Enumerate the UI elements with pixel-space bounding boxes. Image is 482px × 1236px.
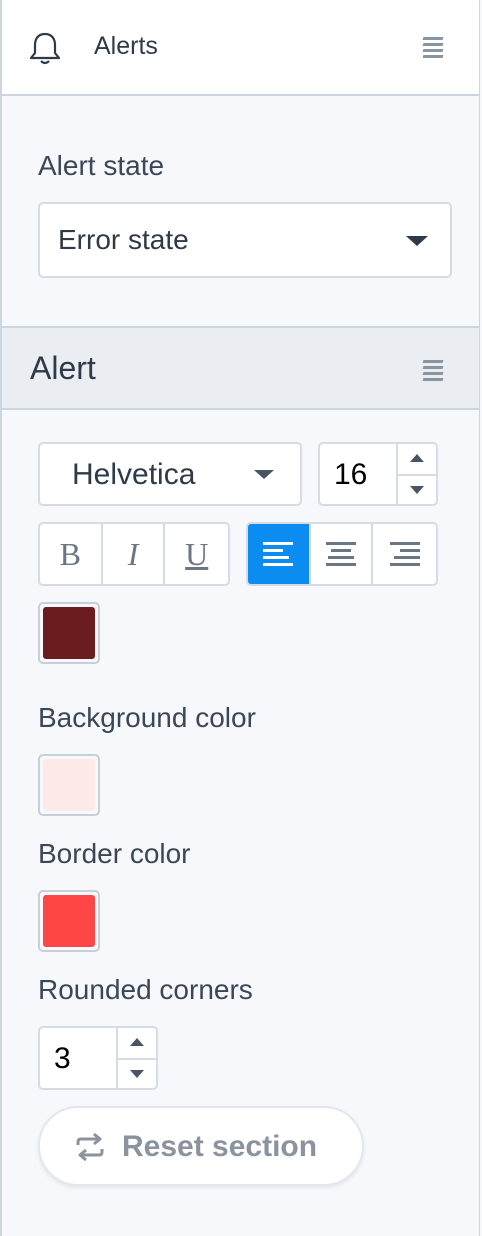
alerts-panel: Alerts Alert state Error state Alert Hel… — [0, 0, 480, 1236]
alert-state-select[interactable]: Error state — [38, 202, 452, 278]
italic-label: I — [127, 535, 139, 572]
alert-state-label: Alert state — [38, 150, 165, 181]
align-center-button[interactable] — [311, 524, 374, 584]
text-style-group: B I U — [38, 522, 230, 586]
italic-button[interactable]: I — [103, 524, 166, 584]
text-color-swatch[interactable] — [38, 602, 100, 664]
underline-button[interactable]: U — [165, 524, 228, 584]
background-color-swatch[interactable] — [38, 754, 100, 816]
align-left-button[interactable] — [248, 524, 311, 584]
align-right-button[interactable] — [373, 524, 436, 584]
chevron-down-icon — [406, 236, 428, 246]
increment-icon[interactable] — [410, 454, 424, 462]
font-size-stepper[interactable]: 16 — [318, 442, 438, 506]
background-color-fill — [43, 759, 95, 811]
text-color-fill — [43, 607, 95, 659]
panel-title: Alerts — [94, 32, 158, 60]
reset-section-button[interactable]: Reset section — [38, 1106, 364, 1186]
border-color-label: Border color — [38, 838, 191, 869]
decrement-icon[interactable] — [410, 486, 424, 494]
font-family-select[interactable]: Helvetica — [38, 442, 302, 506]
alert-section-header[interactable]: Alert — [2, 326, 479, 410]
border-color-swatch[interactable] — [38, 890, 100, 952]
alert-section-title: Alert — [30, 350, 96, 386]
refresh-icon — [76, 1132, 104, 1162]
align-center-icon — [326, 542, 357, 566]
alert-state-section: Alert state Error state — [2, 96, 479, 326]
rounded-corners-stepper[interactable]: 3 — [38, 1026, 158, 1090]
underline-label: U — [185, 535, 209, 572]
align-left-icon — [263, 542, 294, 566]
panel-header[interactable]: Alerts — [2, 0, 479, 96]
bell-icon — [29, 32, 61, 65]
text-align-group — [246, 522, 438, 586]
font-family-value: Helvetica — [72, 458, 196, 491]
reset-section-label: Reset section — [122, 1130, 318, 1163]
border-color-fill — [43, 895, 95, 947]
increment-icon[interactable] — [130, 1038, 144, 1046]
align-right-icon — [389, 542, 420, 566]
rounded-corners-value: 3 — [54, 1042, 71, 1075]
decrement-icon[interactable] — [130, 1070, 144, 1078]
font-size-value: 16 — [334, 458, 368, 491]
chevron-down-icon — [254, 470, 274, 479]
drag-handle-icon[interactable] — [422, 358, 445, 382]
drag-handle-icon[interactable] — [422, 35, 445, 59]
bold-button[interactable]: B — [40, 524, 103, 584]
background-color-label: Background color — [38, 702, 256, 733]
bold-label: B — [59, 535, 82, 572]
font-size-arrows[interactable] — [396, 444, 436, 504]
rounded-corners-label: Rounded corners — [38, 974, 253, 1005]
alert-state-value: Error state — [58, 224, 189, 255]
rounded-corners-arrows[interactable] — [116, 1028, 156, 1088]
